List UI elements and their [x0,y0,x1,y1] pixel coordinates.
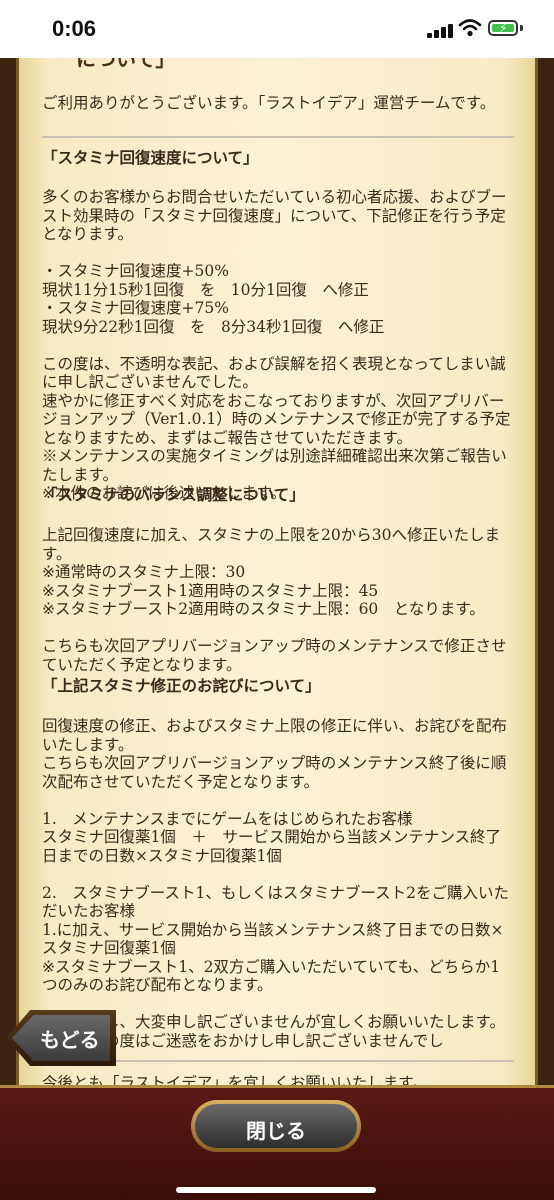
section-heading: 「上記スタミナ修正のお詫びについて」 [42,676,321,695]
section-heading: 「スタミナ回復速度について」 [42,148,259,167]
closing-text: 今後とも「ラストイデア」を宜しくお願いいたします。 [42,1074,428,1085]
section-body: 多くのお客様からお問合せいただいている初心者応援、およびブースト効果時の「スタミ… [42,188,511,502]
section-heading: 「スタミナのバランス調整について」 [42,485,305,504]
back-button-label: もどる [40,1028,100,1052]
section-body: 上記回復速度に加え、スタミナの上限を20から30へ修正いたします。 ※通常時のス… [42,526,507,674]
back-button[interactable]: もどる [6,1010,116,1066]
home-indicator[interactable] [176,1187,376,1193]
notice-scroll-area[interactable]: について」 ご利用ありがとうございます。「ラストイデア」運営チームです。 「スタ… [42,58,514,1085]
section-body: 回復速度の修正、およびスタミナ上限の修正に伴い、お詫びを配布いたします。 こちら… [42,717,509,1050]
divider [42,136,514,138]
wifi-icon [458,19,482,37]
close-button-label: 閉じる [246,1119,306,1143]
intro-text: ご利用ありがとうございます。「ラストイデア」運営チームです。 [42,94,496,112]
notice-title: について」 [76,58,176,71]
status-bar: 0:06 ⚡ [0,0,554,58]
status-time: 0:06 [52,16,97,41]
close-button[interactable]: 閉じる [191,1100,361,1152]
bottom-bar: 閉じる [0,1085,554,1200]
battery-icon: ⚡ [488,20,518,36]
cellular-signal-icon [427,22,455,38]
